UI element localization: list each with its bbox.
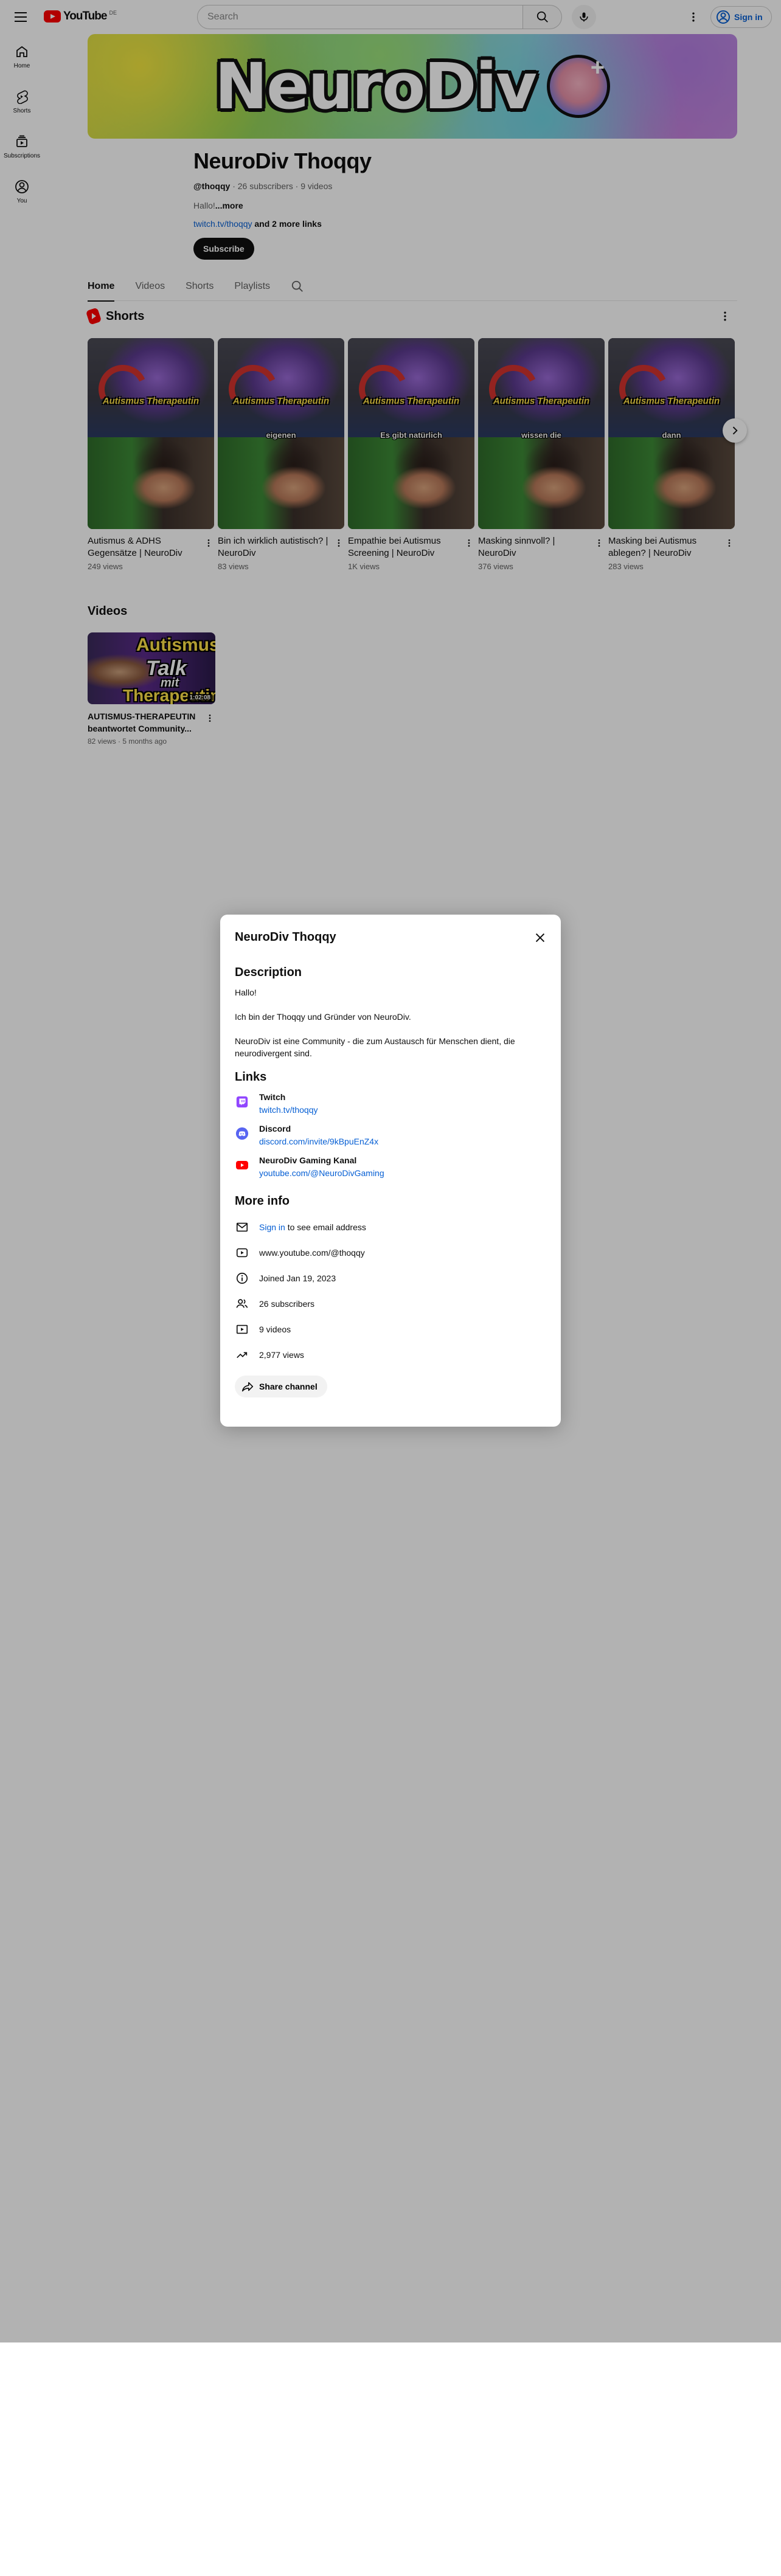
more-info-heading: More info xyxy=(235,1194,290,1208)
joined-date: Joined Jan 19, 2023 xyxy=(259,1273,336,1283)
close-button[interactable] xyxy=(532,929,549,946)
info-row-url: www.youtube.com/@thoqqy xyxy=(235,1244,539,1261)
link-item-discord: Discord discord.com/invite/9kBpuEnZ4x xyxy=(235,1123,539,1151)
subscribers-icon xyxy=(235,1297,249,1311)
link-name: Discord xyxy=(259,1124,291,1134)
video-count: 9 videos xyxy=(259,1324,291,1334)
sign-in-link[interactable]: Sign in xyxy=(259,1222,285,1232)
trending-icon xyxy=(235,1348,249,1362)
description-line: Ich bin der Thoqqy und Gründer von Neuro… xyxy=(235,1012,411,1022)
link-item-youtube: NeuroDiv Gaming Kanal youtube.com/@Neuro… xyxy=(235,1154,539,1182)
info-row-videos: 9 videos xyxy=(235,1321,539,1338)
discord-icon xyxy=(235,1126,249,1141)
mail-icon xyxy=(235,1220,249,1234)
link-name: Twitch xyxy=(259,1092,286,1102)
link-name: NeuroDiv Gaming Kanal xyxy=(259,1155,357,1165)
info-row-subscribers: 26 subscribers xyxy=(235,1295,539,1312)
dialog-title: NeuroDiv Thoqqy xyxy=(235,930,336,944)
youtube-icon xyxy=(235,1158,249,1172)
info-row-views: 2,977 views xyxy=(235,1346,539,1363)
channel-url: www.youtube.com/@thoqqy xyxy=(259,1248,365,1258)
email-info: Sign in to see email address xyxy=(259,1222,366,1232)
channel-about-dialog: NeuroDiv Thoqqy Description Hallo! Ich b… xyxy=(220,915,561,1427)
share-channel-button[interactable]: Share channel xyxy=(235,1376,327,1397)
links-heading: Links xyxy=(235,1070,267,1084)
link-url[interactable]: discord.com/invite/9kBpuEnZ4x xyxy=(259,1135,378,1148)
video-library-icon xyxy=(235,1322,249,1337)
link-url[interactable]: youtube.com/@NeuroDivGaming xyxy=(259,1167,384,1179)
description-heading: Description xyxy=(235,966,302,979)
info-icon xyxy=(235,1271,249,1286)
share-channel-label: Share channel xyxy=(259,1382,318,1391)
close-icon xyxy=(535,933,545,943)
link-url[interactable]: twitch.tv/thoqqy xyxy=(259,1104,318,1116)
description-line: Hallo! xyxy=(235,988,257,997)
link-item-twitch: Twitch twitch.tv/thoqqy xyxy=(235,1091,539,1119)
info-row-joined: Joined Jan 19, 2023 xyxy=(235,1270,539,1287)
youtube-channel-page: YouTube DE Sign in Home Shorts xyxy=(0,0,781,2576)
share-icon xyxy=(241,1382,254,1392)
subscriber-count: 26 subscribers xyxy=(259,1299,315,1309)
twitch-icon xyxy=(235,1095,249,1109)
email-info-text: to see email address xyxy=(285,1222,366,1232)
view-count: 2,977 views xyxy=(259,1350,304,1360)
description-line: NeuroDiv ist eine Community - die zum Au… xyxy=(235,1036,515,1058)
channel-url-icon xyxy=(235,1245,249,1260)
info-row-email: Sign in to see email address xyxy=(235,1219,539,1236)
